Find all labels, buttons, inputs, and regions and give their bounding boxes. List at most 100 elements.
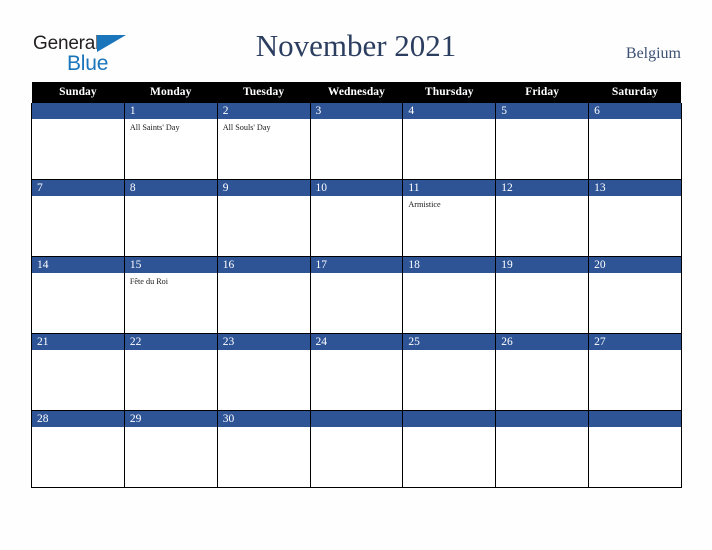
calendar-day-cell[interactable]: 14 — [31, 256, 125, 334]
calendar-day-cell[interactable]: 5 — [495, 103, 590, 180]
page-title: November 2021 — [255, 28, 457, 63]
calendar-day-events — [496, 273, 588, 276]
weekday-header-sunday: Sunday — [31, 82, 125, 103]
calendar-empty-cell[interactable] — [588, 410, 682, 488]
calendar-day-cell[interactable]: 17 — [309, 256, 404, 334]
calendar-day-number: 12 — [496, 180, 589, 196]
calendar-day-number: 29 — [124, 411, 217, 427]
weekday-header-wednesday: Wednesday — [310, 82, 403, 103]
calendar-day-cell[interactable]: 30 — [216, 410, 311, 488]
calendar-day-number: 5 — [496, 103, 589, 119]
calendar-day-number: 6 — [589, 103, 681, 119]
calendar-day-cell[interactable]: 3 — [309, 103, 404, 180]
calendar-day-events: All Saints' Day — [125, 119, 217, 133]
calendar-day-cell[interactable]: 21 — [31, 333, 125, 411]
weekday-header-thursday: Thursday — [402, 82, 496, 103]
calendar-day-number: 14 — [32, 257, 124, 273]
calendar-day-events — [496, 350, 588, 353]
calendar-day-events — [218, 427, 310, 430]
calendar-day-cell[interactable]: 16 — [216, 256, 311, 334]
calendar-empty-cell[interactable] — [402, 410, 497, 488]
calendar-day-cell[interactable]: 20 — [588, 256, 682, 334]
calendar-day-number: 26 — [496, 334, 589, 350]
calendar-day-number: 10 — [310, 180, 403, 196]
calendar-body: 1 All Saints' Day 2 All Souls' Day 3 4 5 6 7 8 9 10… — [31, 103, 682, 488]
calendar-day-cell[interactable]: 19 — [495, 256, 590, 334]
calendar-day-events — [311, 196, 403, 199]
calendar-empty-cell[interactable] — [31, 103, 125, 180]
calendar-day-events — [125, 350, 217, 353]
calendar-day-number: 16 — [217, 257, 310, 273]
calendar-day-number: 7 — [32, 180, 124, 196]
calendar-day-number: 21 — [32, 334, 124, 350]
calendar-day-events — [311, 273, 403, 276]
calendar-day-number: 1 — [124, 103, 217, 119]
calendar-day-events — [403, 350, 495, 353]
calendar-day-events — [589, 273, 681, 276]
calendar-day-events — [32, 427, 124, 430]
calendar-event: All Souls' Day — [222, 123, 271, 132]
generalblue-logo[interactable]: General Blue — [33, 33, 129, 75]
region-label: Belgium — [625, 45, 681, 62]
calendar-day-events — [589, 196, 681, 199]
calendar-day-number — [496, 411, 589, 427]
calendar-day-number: 25 — [403, 334, 496, 350]
calendar-day-events — [589, 119, 681, 122]
calendar-day-events: All Souls' Day — [218, 119, 310, 133]
calendar-day-number: 23 — [217, 334, 310, 350]
calendar-day-number: 27 — [589, 334, 681, 350]
calendar-day-cell[interactable]: 26 — [495, 333, 590, 411]
calendar-day-events — [496, 427, 588, 430]
calendar-day-cell[interactable]: 4 — [402, 103, 497, 180]
calendar-day-cell[interactable]: 28 — [31, 410, 125, 488]
calendar-day-cell[interactable]: 9 — [216, 179, 311, 257]
calendar-event: Armistice — [408, 200, 441, 209]
calendar-day-cell[interactable]: 7 — [31, 179, 125, 257]
calendar-day-cell[interactable]: 10 — [309, 179, 404, 257]
calendar-day-number — [403, 411, 496, 427]
calendar-day-cell[interactable]: 8 — [123, 179, 218, 257]
page-header: General Blue November 2021 Belgium — [0, 0, 712, 82]
calendar-day-events — [403, 273, 495, 276]
calendar-day-number: 8 — [124, 180, 217, 196]
logo-text-blue: Blue — [67, 52, 109, 75]
calendar-day-number: 11 — [403, 180, 496, 196]
calendar-day-cell[interactable]: 27 — [588, 333, 682, 411]
calendar-day-cell[interactable]: 6 — [588, 103, 682, 180]
calendar-week-row: 28 29 30 — [31, 410, 682, 488]
weekday-header-saturday: Saturday — [588, 82, 682, 103]
calendar-week-row: 1 All Saints' Day 2 All Souls' Day 3 4 5 6 — [31, 103, 682, 180]
calendar-day-number — [589, 411, 681, 427]
calendar-day-events — [496, 196, 588, 199]
calendar-day-cell[interactable]: 24 — [309, 333, 404, 411]
calendar-day-cell[interactable]: 29 — [123, 410, 218, 488]
calendar-day-number: 9 — [217, 180, 310, 196]
calendar-day-number: 13 — [589, 180, 681, 196]
calendar-day-cell[interactable]: 12 — [495, 179, 590, 257]
calendar-day-events — [125, 427, 217, 430]
calendar-day-cell[interactable]: 2 All Souls' Day — [216, 103, 311, 180]
calendar-day-cell[interactable]: 22 — [123, 333, 218, 411]
calendar-day-events — [32, 119, 124, 122]
calendar-day-cell[interactable]: 11 Armistice — [402, 179, 497, 257]
calendar-day-number: 28 — [32, 411, 124, 427]
calendar-day-events — [311, 350, 403, 353]
calendar-day-cell[interactable]: 15 Fête du Roi — [123, 256, 218, 334]
calendar-day-number: 20 — [589, 257, 681, 273]
calendar-day-events — [218, 196, 310, 199]
calendar-empty-cell[interactable] — [309, 410, 404, 488]
calendar-day-number: 24 — [310, 334, 403, 350]
calendar-day-cell[interactable]: 18 — [402, 256, 497, 334]
calendar-day-cell[interactable]: 25 — [402, 333, 497, 411]
calendar-day-cell[interactable]: 23 — [216, 333, 311, 411]
calendar-empty-cell[interactable] — [495, 410, 590, 488]
weekday-header-tuesday: Tuesday — [217, 82, 311, 103]
calendar-day-events — [218, 273, 310, 276]
calendar-day-cell[interactable]: 13 — [588, 179, 682, 257]
calendar-day-number: 22 — [124, 334, 217, 350]
calendar-day-events — [311, 427, 403, 430]
calendar-day-events — [32, 273, 124, 276]
logo-triangle-icon — [97, 35, 126, 52]
calendar-day-cell[interactable]: 1 All Saints' Day — [123, 103, 218, 180]
calendar-day-number: 30 — [217, 411, 310, 427]
